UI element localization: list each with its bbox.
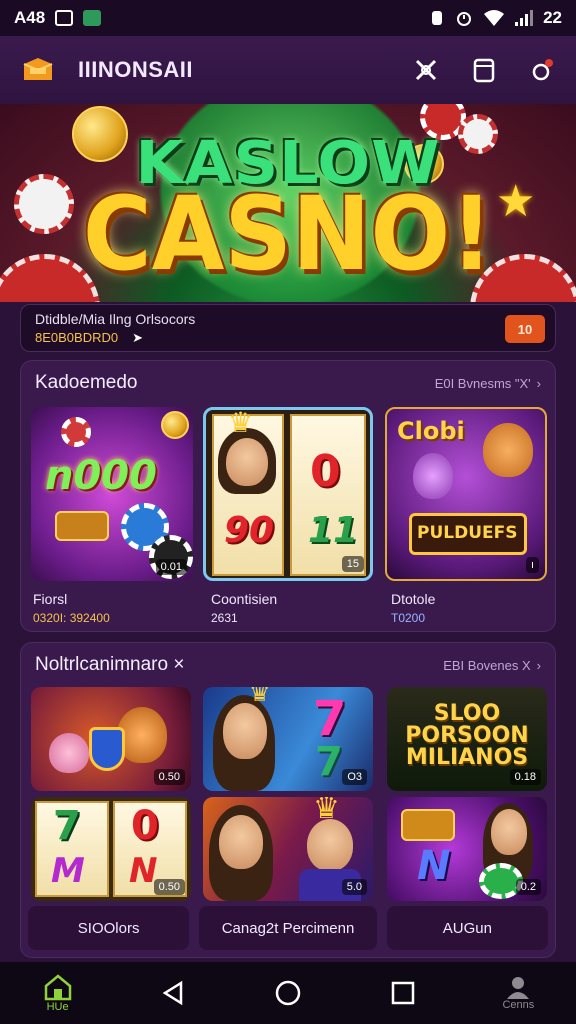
game-tag: 5.0	[341, 879, 367, 895]
game-tag: 0.01	[155, 559, 187, 575]
woman-portrait	[219, 815, 263, 869]
home-circle-button[interactable]	[258, 968, 318, 1018]
navigation-bar: HUe Cenns	[0, 962, 576, 1024]
game-banner-text: PULDUEFS	[417, 523, 518, 543]
game-tile[interactable]: n000 0.01	[31, 407, 193, 581]
game-art-text: n000	[45, 453, 157, 499]
crown-icon: ♛	[228, 407, 254, 438]
reel-symbol: 0	[131, 803, 159, 849]
category-button[interactable]: Canag2t Percimenn	[199, 906, 377, 950]
game-tag: O3	[342, 769, 367, 785]
circle-icon	[275, 980, 301, 1006]
game-tile[interactable]: N 0.2	[387, 797, 547, 901]
bell-icon	[532, 59, 553, 81]
user-icon	[507, 977, 530, 999]
hero-title-main: CASNO!	[82, 175, 494, 294]
treasure-chest-icon	[401, 809, 455, 841]
pig-character	[49, 733, 89, 773]
game-subtitle: 2631	[211, 611, 238, 625]
game-tile[interactable]: SLOO PORSOON MILIANOS 0.18	[387, 687, 547, 791]
queen-portrait	[223, 703, 267, 759]
woman-portrait	[491, 809, 527, 855]
character-portrait	[413, 453, 453, 499]
gold-coin-icon	[161, 411, 189, 439]
signal-icon	[515, 10, 534, 26]
recents-button[interactable]	[373, 968, 433, 1018]
status-right-value: 22	[543, 8, 562, 27]
logo-icon	[20, 54, 56, 86]
chevron-right-icon: ›	[536, 375, 541, 391]
game-tag: 0.2	[515, 879, 541, 895]
shuffle-button[interactable]	[412, 56, 440, 84]
game-art-text: Clobi	[397, 417, 465, 445]
game-title: Fiorsl	[33, 591, 68, 607]
app-title: IIINONSAII	[78, 57, 194, 82]
back-triangle-icon	[162, 980, 183, 1006]
promo-notice[interactable]: Dtidble/Mia Ilng Orlsocors 8E0B0BDRD0 ➤ …	[20, 304, 556, 352]
game-subtitle: T0200	[391, 611, 426, 625]
character-portrait	[483, 423, 533, 477]
alarm-icon	[432, 11, 443, 25]
game-tag: ı	[525, 557, 539, 573]
notifications-button[interactable]	[528, 56, 556, 84]
reel-symbol: 7	[53, 803, 81, 849]
wifi-icon	[484, 10, 505, 26]
app-header: IIINONSAII	[0, 36, 576, 104]
game-tile[interactable]: 0.50	[31, 687, 191, 791]
category-bar: SIOOlors Canag2t Percimenn AUGun	[20, 900, 556, 956]
chevron-right-icon: ➤	[132, 330, 144, 345]
home-icon	[44, 974, 71, 1001]
game-tag: 0.18	[509, 769, 541, 785]
king-portrait	[307, 819, 353, 871]
treasure-chest-icon	[55, 511, 109, 541]
reel-symbol: 0	[310, 446, 341, 497]
crossed-arrows-icon	[415, 59, 437, 81]
reel-symbol: M	[51, 851, 85, 891]
category-button[interactable]: SIOOlors	[28, 906, 190, 950]
category-button[interactable]: AUGun	[386, 906, 549, 950]
crown-icon: ♛	[249, 687, 271, 707]
game-tag: 0.50	[153, 879, 185, 895]
hero-banner[interactable]: ★ KASLOW CASNO!	[0, 104, 576, 302]
shield-icon	[89, 727, 125, 771]
queen-portrait	[226, 438, 268, 486]
game-title: Dtotole	[391, 591, 436, 607]
game-tile[interactable]: ♛ 5.0	[203, 797, 373, 901]
game-tile[interactable]: ♛ 0 90 11 15	[203, 407, 373, 581]
reel-symbol: N	[417, 843, 451, 889]
back-button[interactable]	[143, 968, 203, 1018]
poker-chip-icon	[61, 417, 91, 447]
game-tile[interactable]: 7 0 M N 0.50	[31, 797, 191, 901]
wallet-button[interactable]	[470, 56, 498, 84]
game-subtitle: 0320I: 392400	[33, 611, 110, 625]
game-tile[interactable]: Clobi PULDUEFS ı	[385, 407, 547, 581]
section-title: Kadoemedo	[35, 372, 138, 393]
notification-icon	[55, 10, 74, 26]
square-icon	[391, 981, 415, 1005]
app-notification-icon	[83, 10, 102, 26]
wallet-icon	[473, 58, 495, 83]
status-bar: A48 22	[0, 0, 576, 36]
home-button[interactable]: HUe	[28, 968, 88, 1018]
reel-symbol: 11	[308, 510, 359, 551]
chevron-right-icon: ›	[536, 657, 541, 673]
notice-amount: 8E0B0BDRD0	[35, 330, 119, 345]
notice-badge[interactable]: 10	[505, 315, 545, 343]
featured-games-section: Kadoemedo E0I Bvnesms "X' › n000 0.01 Fi…	[20, 360, 556, 632]
status-time: A48	[14, 8, 46, 27]
see-more-link[interactable]: E0I Bvnesms "X' ›	[435, 376, 541, 391]
crown-icon: ♛	[313, 797, 340, 825]
profile-button[interactable]: Cenns	[488, 968, 548, 1018]
game-tag: 15	[341, 556, 364, 572]
reel-symbol: 7	[315, 739, 343, 785]
clock-icon	[457, 12, 472, 26]
game-tag: 0.50	[153, 769, 185, 785]
game-tile[interactable]: ♛ 7 7 O3	[203, 687, 373, 791]
notice-text: Dtidble/Mia Ilng Orlsocors	[35, 311, 196, 327]
see-more-link[interactable]: EBI Bovenes X ›	[443, 658, 541, 673]
game-title: Coontisien	[211, 591, 278, 607]
section-title: Noltrlcanimnaro ×	[35, 654, 185, 675]
reel-symbol: 90	[224, 510, 275, 551]
